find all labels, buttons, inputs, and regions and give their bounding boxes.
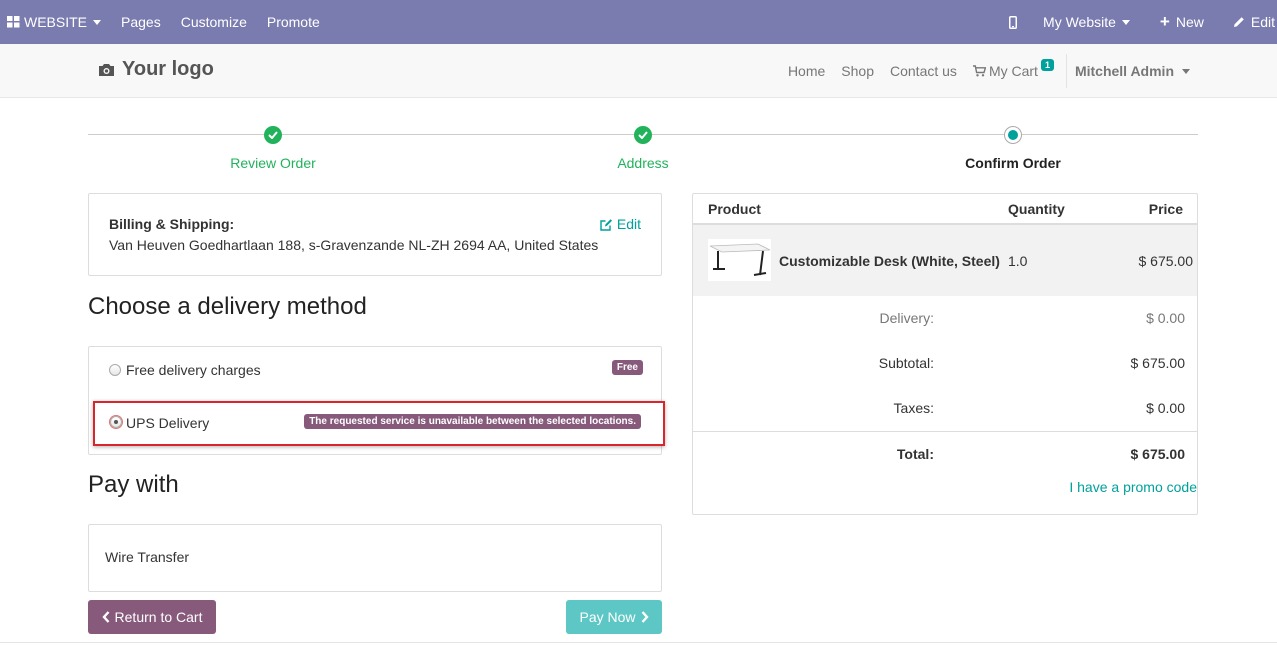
menu-customize[interactable]: Customize: [181, 14, 247, 30]
pay-now-button[interactable]: Pay Now: [566, 600, 662, 634]
main-nav: Home Shop Contact us My Cart 1 Mitchell …: [780, 44, 1277, 98]
promo-code-link[interactable]: I have a promo code: [1069, 479, 1197, 495]
nav-divider: [1065, 54, 1067, 88]
mobile-preview-button[interactable]: [1009, 15, 1018, 29]
step-review-order[interactable]: Review Order: [173, 122, 373, 171]
payment-heading: Pay with: [88, 471, 179, 498]
edit-address-link[interactable]: Edit: [600, 216, 641, 232]
total-value: $ 675.00: [1130, 446, 1186, 462]
error-badge: The requested service is unavailable bet…: [304, 414, 641, 429]
column-header-price: Price: [1148, 201, 1183, 217]
menu-pages[interactable]: Pages: [121, 14, 161, 30]
delivery-heading: Choose a delivery method: [88, 293, 367, 320]
new-label: New: [1175, 14, 1204, 30]
edit-button[interactable]: Edit: [1233, 14, 1275, 30]
user-name: Mitchell Admin: [1074, 63, 1174, 79]
step-label: Confirm Order: [965, 155, 1061, 171]
nav-contact[interactable]: Contact us: [890, 63, 957, 79]
menu-promote[interactable]: Promote: [267, 14, 320, 30]
delivery-radio-ups[interactable]: [110, 416, 122, 428]
new-button[interactable]: + New: [1159, 12, 1204, 31]
taxes-label: Taxes:: [893, 400, 934, 416]
delivery-option-label: Free delivery charges: [126, 362, 261, 378]
apps-grid-icon: [7, 16, 20, 28]
subtotal-label: Subtotal:: [878, 355, 934, 371]
site-header: Your logo Home Shop Contact us My Cart 1…: [0, 44, 1277, 98]
shopping-cart-icon: [972, 65, 986, 77]
subtotal-value: $ 675.00: [1130, 355, 1186, 371]
website-label: WEBSITE: [24, 14, 88, 30]
delivery-label: Delivery:: [879, 310, 934, 326]
edit-icon: [600, 218, 612, 231]
product-name[interactable]: Customizable Desk (White, Steel): [779, 253, 1000, 269]
return-to-cart-button[interactable]: Return to Cart: [88, 600, 216, 634]
chevron-down-icon: [1121, 19, 1130, 25]
logo-text: Your logo: [122, 58, 214, 80]
check-circle-icon: [264, 126, 282, 144]
delivery-option-label: UPS Delivery: [126, 415, 210, 431]
user-menu[interactable]: Mitchell Admin: [1075, 63, 1190, 79]
my-website-menu[interactable]: My Website: [1043, 14, 1130, 30]
website-menu[interactable]: WEBSITE: [7, 14, 102, 30]
delivery-option-ups[interactable]: UPS Delivery The requested service is un…: [93, 401, 665, 446]
column-header-product: Product: [708, 201, 761, 217]
table-row: Customizable Desk (White, Steel) 1.0 $ 6…: [693, 225, 1197, 296]
check-circle-icon: [634, 126, 652, 144]
column-header-quantity: Quantity: [1008, 201, 1065, 217]
step-label: Review Order: [230, 155, 316, 171]
current-step-icon: [1004, 126, 1022, 144]
nav-cart[interactable]: My Cart 1: [972, 59, 1054, 79]
total-divider: [693, 431, 1197, 432]
step-confirm-order: Confirm Order: [913, 122, 1113, 171]
desk-image: [709, 243, 771, 276]
payment-method-label: Wire Transfer: [105, 549, 190, 565]
delivery-option-free[interactable]: Free delivery charges Free: [109, 360, 643, 380]
chevron-right-icon: [641, 611, 649, 623]
payment-method-card[interactable]: Wire Transfer: [88, 524, 662, 592]
edit-label: Edit: [616, 216, 641, 232]
admin-bar: WEBSITE Pages Customize Promote My Websi…: [0, 0, 1277, 44]
chevron-down-icon: [1182, 68, 1190, 74]
delivery-value: $ 0.00: [1146, 310, 1185, 326]
delivery-radio-free[interactable]: [109, 364, 121, 376]
billing-shipping-card: Billing & Shipping: Van Heuven Goedhartl…: [88, 193, 662, 276]
step-label: Address: [617, 155, 669, 171]
pay-label: Pay Now: [579, 609, 636, 625]
product-thumbnail[interactable]: [708, 239, 771, 281]
nav-shop[interactable]: Shop: [841, 63, 874, 79]
camera-icon: [99, 63, 114, 76]
chevron-left-icon: [101, 611, 109, 623]
nav-home[interactable]: Home: [788, 63, 825, 79]
chevron-down-icon: [93, 19, 102, 25]
taxes-value: $ 0.00: [1146, 400, 1185, 416]
cart-count-badge: 1: [1040, 59, 1054, 71]
checkout-progress: Review Order Address Confirm Order: [88, 122, 1198, 182]
site-logo[interactable]: Your logo: [98, 58, 214, 81]
total-label: Total:: [896, 446, 934, 462]
step-address[interactable]: Address: [543, 122, 743, 171]
cart-label: My Cart: [988, 63, 1038, 79]
billing-address: Van Heuven Goedhartlaan 188, s-Gravenzan…: [109, 237, 599, 253]
free-badge: Free: [611, 360, 643, 375]
mobile-icon: [1009, 15, 1018, 29]
order-summary-table: Product Quantity Price Customizable Desk…: [692, 193, 1198, 515]
edit-label: Edit: [1250, 14, 1275, 30]
product-price: $ 675.00: [1138, 253, 1194, 269]
page-bottom-border: [0, 642, 1277, 643]
product-quantity: 1.0: [1008, 253, 1028, 269]
plus-icon: +: [1159, 12, 1170, 31]
billing-title: Billing & Shipping:: [109, 216, 235, 232]
my-website-label: My Website: [1043, 14, 1116, 30]
pencil-icon: [1233, 17, 1244, 27]
return-label: Return to Cart: [114, 609, 203, 625]
